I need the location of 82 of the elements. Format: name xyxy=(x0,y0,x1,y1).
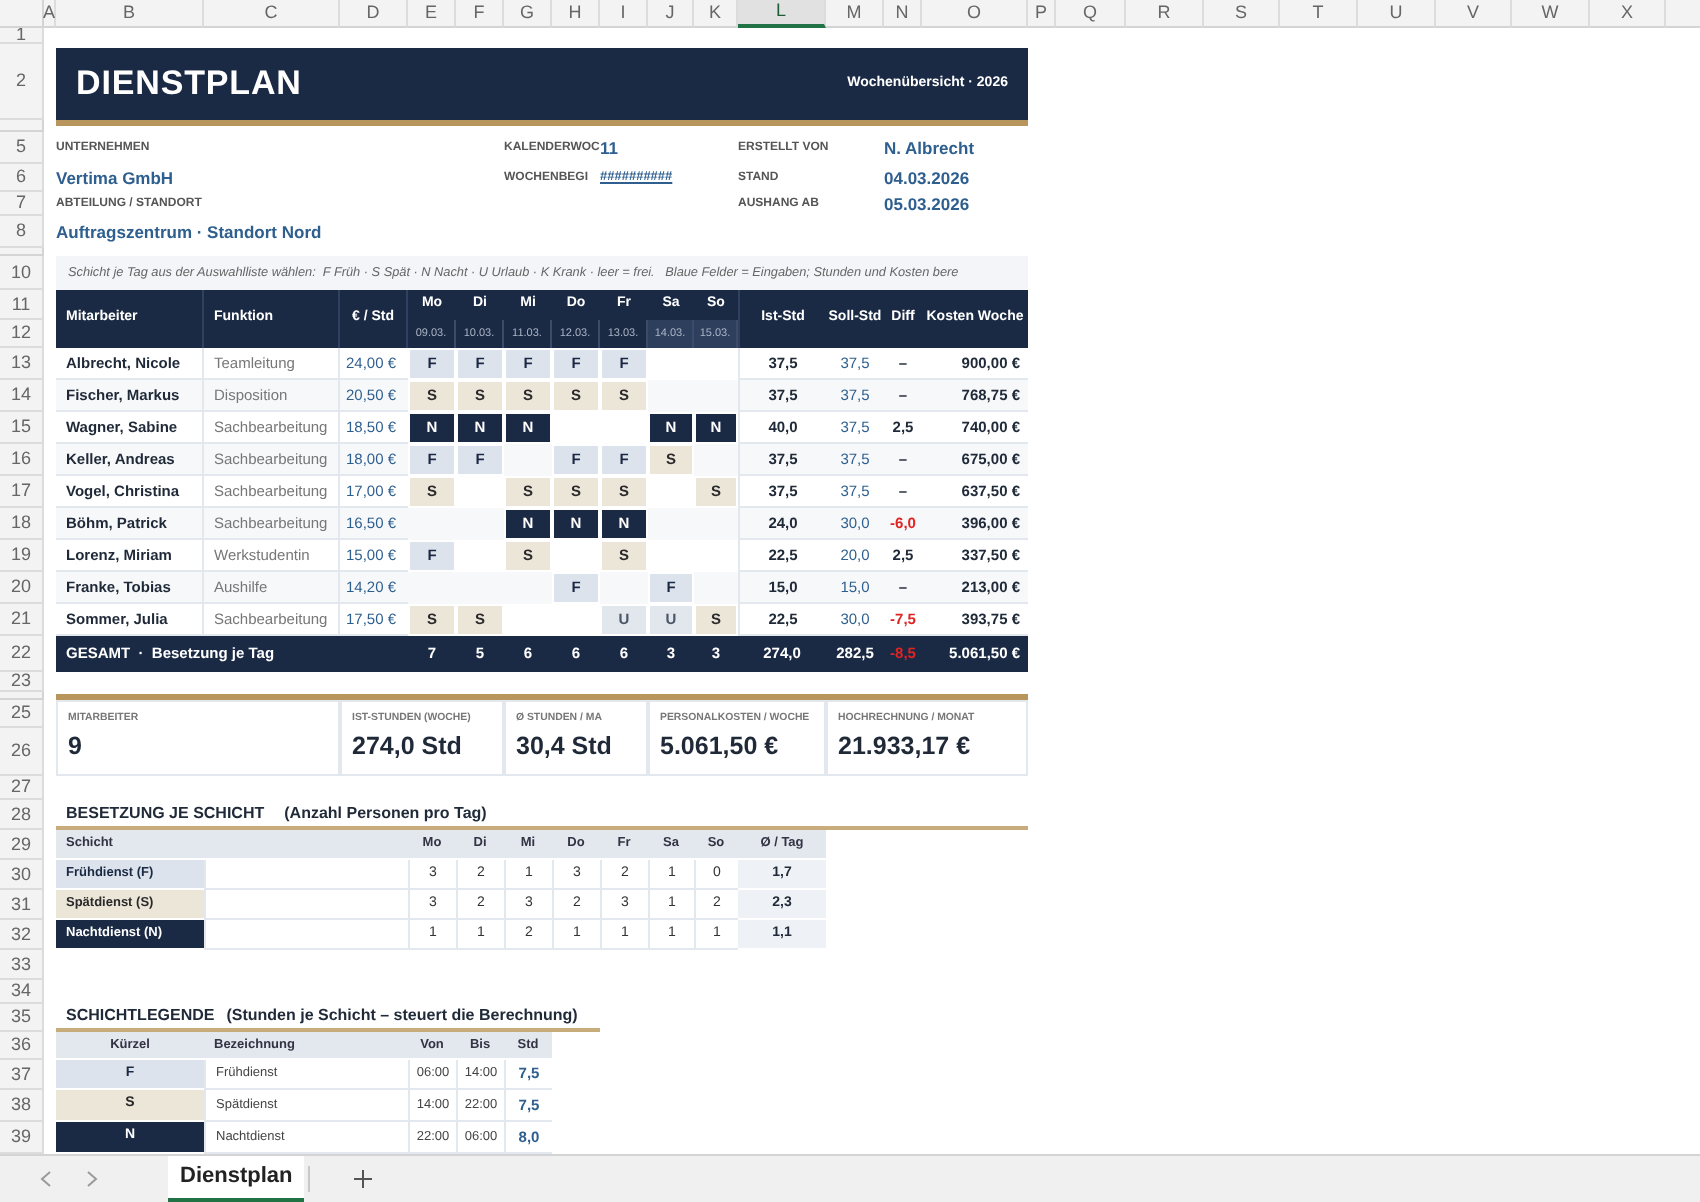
column-header[interactable]: U xyxy=(1358,0,1436,28)
row-number[interactable]: 36 xyxy=(0,1032,44,1060)
row-header[interactable] xyxy=(0,120,44,132)
kpi-value: 5.061,50 € xyxy=(660,729,781,764)
row-number[interactable]: 7 xyxy=(0,192,44,216)
next-sheet-icon[interactable] xyxy=(86,1170,98,1188)
field-value[interactable]: N. Albrecht xyxy=(884,132,1028,164)
row-number[interactable]: 22 xyxy=(0,636,44,672)
column-header[interactable]: N xyxy=(884,0,922,28)
row-number[interactable]: 10 xyxy=(0,256,44,290)
row-number[interactable]: 11 xyxy=(0,290,44,320)
row-number[interactable]: 5 xyxy=(0,132,44,164)
select-all-corner[interactable] xyxy=(0,0,44,28)
column-header[interactable]: V xyxy=(1436,0,1512,28)
row-number[interactable]: 18 xyxy=(0,508,44,540)
column-header-bar xyxy=(1666,0,1700,28)
row-number[interactable]: 2 xyxy=(0,44,44,120)
kpi-value: 30,4 Std xyxy=(516,729,614,764)
column-header[interactable]: S xyxy=(1204,0,1280,28)
row-number[interactable]: 16 xyxy=(0,444,44,476)
previous-sheet-icon[interactable] xyxy=(40,1170,52,1188)
row-number[interactable]: 12 xyxy=(0,320,44,348)
field-value[interactable]: Auftragszentrum · Standort Nord xyxy=(56,216,456,248)
row-number[interactable]: 20 xyxy=(0,572,44,604)
row-number[interactable]: 13 xyxy=(0,348,44,380)
row-number[interactable]: 26 xyxy=(0,728,44,776)
row-number[interactable]: 21 xyxy=(0,604,44,636)
kpi-value: 9 xyxy=(68,729,84,764)
row-number[interactable]: 27 xyxy=(0,776,44,800)
kpi-value: 274,0 Std xyxy=(352,729,464,764)
sheet-tab[interactable]: Dienstplan xyxy=(168,1156,305,1202)
row-number[interactable]: 6 xyxy=(0,164,44,192)
row-number[interactable]: 29 xyxy=(0,830,44,860)
column-header[interactable]: A xyxy=(44,0,56,28)
field-value[interactable]: 05.03.2026 xyxy=(884,192,1028,216)
column-header[interactable]: C xyxy=(204,0,340,28)
row-number[interactable]: 14 xyxy=(0,380,44,412)
row-number[interactable]: 31 xyxy=(0,890,44,920)
column-header[interactable]: Q xyxy=(1056,0,1126,28)
column-header[interactable]: G xyxy=(504,0,552,28)
field-value[interactable]: Vertima GmbH xyxy=(56,164,408,192)
column-header[interactable]: I xyxy=(600,0,648,28)
column-header[interactable]: X xyxy=(1590,0,1666,28)
column-header[interactable]: D xyxy=(340,0,408,28)
page-title: DIENSTPLAN xyxy=(76,62,302,107)
row-number[interactable]: 28 xyxy=(0,800,44,830)
row-number[interactable]: 30 xyxy=(0,860,44,890)
column-header[interactable]: L xyxy=(738,0,826,28)
column-header[interactable]: B xyxy=(56,0,204,28)
row-number[interactable]: 17 xyxy=(0,476,44,508)
row-number[interactable]: 34 xyxy=(0,980,44,1004)
row-number[interactable]: 8 xyxy=(0,216,44,248)
column-header[interactable]: K xyxy=(694,0,738,28)
section-title: SCHICHTLEGENDE xyxy=(66,1004,215,1028)
row-number[interactable]: 37 xyxy=(0,1060,44,1090)
column-header[interactable]: M xyxy=(826,0,884,28)
column-header[interactable]: W xyxy=(1512,0,1590,28)
add-sheet-icon[interactable] xyxy=(354,1170,373,1188)
column-header[interactable]: E xyxy=(408,0,456,28)
row-number[interactable]: 35 xyxy=(0,1004,44,1032)
row-number[interactable]: 38 xyxy=(0,1090,44,1122)
column-header[interactable]: F xyxy=(456,0,504,28)
field-value[interactable]: 11 xyxy=(600,132,648,164)
column-header[interactable]: R xyxy=(1126,0,1204,28)
column-header[interactable]: O xyxy=(922,0,1028,28)
field-value[interactable]: 04.03.2026 xyxy=(884,164,1028,192)
row-number[interactable]: 1 xyxy=(0,28,44,44)
column-header[interactable]: H xyxy=(552,0,600,28)
section-note: (Stunden je Schicht – steuert die Berechnung) xyxy=(226,1004,578,1028)
column-header[interactable]: P xyxy=(1028,0,1056,28)
column-header[interactable]: T xyxy=(1280,0,1358,28)
row-number[interactable]: 25 xyxy=(0,700,44,728)
row-number[interactable]: 33 xyxy=(0,950,44,980)
row-number[interactable]: 23 xyxy=(0,672,44,692)
row-number[interactable]: 19 xyxy=(0,540,44,572)
kpi-value: 21.933,17 € xyxy=(838,729,973,764)
column-header[interactable]: J xyxy=(648,0,694,28)
row-number[interactable]: 32 xyxy=(0,920,44,950)
section-note: (Anzahl Personen pro Tag) xyxy=(284,801,487,825)
row-number[interactable]: 15 xyxy=(0,412,44,444)
section-title: BESETZUNG JE SCHICHT xyxy=(66,801,265,825)
row-number[interactable]: 39 xyxy=(0,1122,44,1154)
